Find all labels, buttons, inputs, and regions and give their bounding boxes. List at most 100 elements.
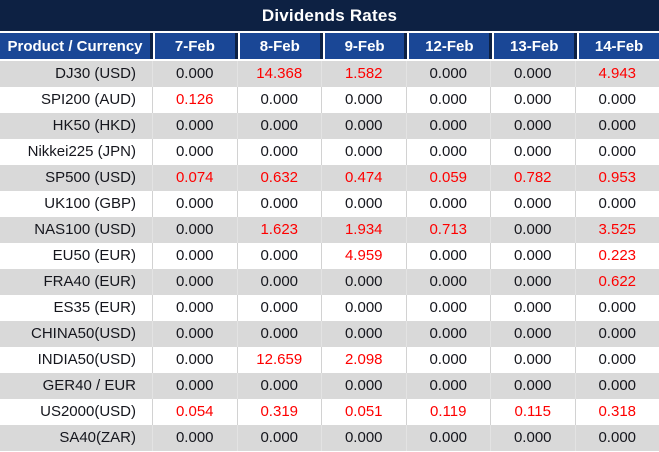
product-cell: DJ30 (USD) [55,65,136,82]
value-cell: 0.000 [152,321,237,347]
value-cell: 0.000 [490,191,575,217]
value-cell: 0.000 [574,191,659,217]
value-cell: 0.000 [574,347,659,373]
value-cell: 0.115 [490,399,575,425]
table-row: INDIA50(USD) 0.000 12.659 2.098 0.000 0.000 0… [0,347,659,373]
value-cell: 0.000 [574,295,659,321]
value-cell: 1.623 [236,217,322,243]
table-row: SP500 (USD) 0.074 0.632 0.474 0.059 0.782 0.9… [0,165,659,191]
value-cell: 0.000 [490,87,575,113]
value-cell: 2.098 [321,347,406,373]
value-cell: 0.223 [574,243,659,269]
value-cell: 0.000 [490,217,575,243]
value-cell: 0.000 [236,269,322,295]
value-cell: 3.525 [574,217,659,243]
value-cell: 0.000 [490,269,575,295]
value-cell: 0.000 [574,87,659,113]
value-cell: 0.000 [152,139,237,165]
value-cell: 0.000 [321,191,406,217]
product-cell: CHINA50(USD) [30,325,136,342]
table-row: EU50 (EUR) 0.000 0.000 4.959 0.000 0.000 0.22… [0,243,659,269]
value-cell: 0.632 [236,165,322,191]
product-cell: INDIA50(USD) [37,351,136,368]
value-cell: 0.000 [405,269,491,295]
product-cell: GER40 / EUR [42,377,136,394]
value-cell: 14.368 [236,61,322,87]
table-title: Dividends Rates [261,5,398,25]
value-cell: 0.000 [152,217,237,243]
value-cell: 0.000 [152,373,237,399]
product-cell: SPI200 (AUD) [40,91,136,108]
value-cell: 0.054 [152,399,237,425]
value-cell: 0.126 [152,87,237,113]
table-row: SPI200 (AUD) 0.126 0.000 0.000 0.000 0.000 0.… [0,87,659,113]
product-cell: SA40(ZAR) [59,429,136,446]
value-cell: 0.000 [405,191,491,217]
value-cell: 0.318 [574,399,659,425]
product-currency-header: Product / Currency [0,33,150,59]
value-cell: 0.000 [236,425,322,451]
value-cell: 0.000 [152,347,237,373]
value-cell: 0.000 [405,139,491,165]
value-cell: 0.000 [490,425,575,451]
value-cell: 0.059 [405,165,491,191]
value-cell: 0.474 [321,165,406,191]
value-cell: 0.953 [574,165,659,191]
value-cell: 0.000 [321,425,406,451]
value-cell: 0.000 [321,373,406,399]
value-cell: 0.000 [574,373,659,399]
value-cell: 0.000 [574,113,659,139]
value-cell: 0.000 [152,269,237,295]
product-cell: ES35 (EUR) [53,299,136,316]
value-cell: 0.000 [321,139,406,165]
value-cell: 4.959 [321,243,406,269]
table-row: UK100 (GBP) 0.000 0.000 0.000 0.000 0.000 0.0… [0,191,659,217]
product-cell: FRA40 (EUR) [43,273,136,290]
table-title-bar: Dividends Rates [0,0,659,31]
value-cell: 0.000 [152,113,237,139]
table-row: US2000(USD) 0.054 0.319 0.051 0.119 0.115 0.3… [0,399,659,425]
value-cell: 12.659 [236,347,322,373]
value-cell: 0.000 [236,321,322,347]
value-cell: 0.000 [574,139,659,165]
value-cell: 0.000 [321,87,406,113]
table-row: ES35 (EUR) 0.000 0.000 0.000 0.000 0.000 0.00… [0,295,659,321]
value-cell: 0.713 [405,217,491,243]
value-cell: 0.000 [405,373,491,399]
value-cell: 0.000 [236,373,322,399]
product-cell: EU50 (EUR) [52,247,136,264]
value-cell: 0.000 [236,139,322,165]
value-cell: 0.000 [152,61,237,87]
value-cell: 0.000 [321,321,406,347]
value-cell: 0.000 [574,425,659,451]
date-header: 13-Feb [492,33,575,59]
product-cell: UK100 (GBP) [44,195,136,212]
value-cell: 0.000 [574,321,659,347]
value-cell: 0.000 [236,113,322,139]
value-cell: 0.000 [236,295,322,321]
table-row: CHINA50(USD) 0.000 0.000 0.000 0.000 0.000 0.… [0,321,659,347]
value-cell: 0.000 [490,347,575,373]
product-cell: Nikkei225 (JPN) [27,143,136,160]
value-cell: 0.000 [405,87,491,113]
table-row: SA40(ZAR) 0.000 0.000 0.000 0.000 0.000 0.000 [0,425,659,451]
value-cell: 4.943 [574,61,659,87]
table-row: NAS100 (USD) 0.000 1.623 1.934 0.713 0.000 3.… [0,217,659,243]
value-cell: 0.000 [321,113,406,139]
value-cell: 0.000 [321,269,406,295]
value-cell: 0.000 [490,113,575,139]
value-cell: 0.000 [405,113,491,139]
table-row: HK50 (HKD) 0.000 0.000 0.000 0.000 0.000 0.00… [0,113,659,139]
value-cell: 0.000 [152,191,237,217]
value-cell: 0.000 [321,295,406,321]
value-cell: 0.000 [236,87,322,113]
value-cell: 0.000 [152,295,237,321]
value-cell: 0.000 [405,295,491,321]
value-cell: 0.319 [236,399,322,425]
value-cell: 0.000 [490,61,575,87]
product-cell: HK50 (HKD) [52,117,136,134]
value-cell: 0.000 [490,243,575,269]
product-cell: SP500 (USD) [45,169,136,186]
column-header-row: Product / Currency 7-Feb 8-Feb 9-Feb 12-Feb… [0,31,659,61]
value-cell: 0.000 [490,295,575,321]
